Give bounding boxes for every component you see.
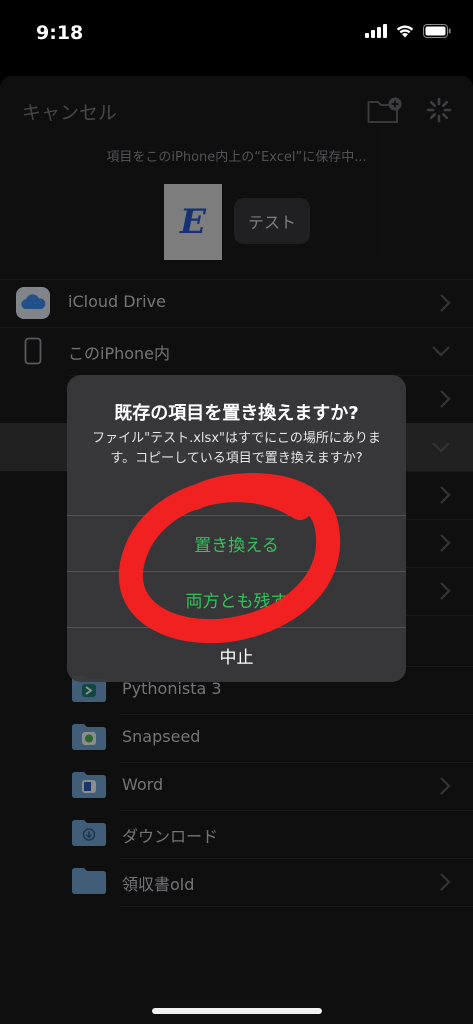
- alert-message: ファイル"テスト.xlsx"はすでにこの場所にあります。コピーしている項目で置き…: [92, 431, 381, 466]
- stop-button[interactable]: 中止: [67, 628, 406, 682]
- replace-button[interactable]: 置き換える: [67, 516, 406, 571]
- status-icons: [365, 24, 451, 38]
- replace-item-alert: 既存の項目を置き換えますか? ファイル"テスト.xlsx"はすでにこの場所にあり…: [67, 375, 406, 682]
- home-indicator: [152, 1008, 322, 1014]
- status-bar: 9:18: [0, 0, 473, 70]
- wifi-icon: [396, 25, 414, 38]
- cellular-signal-icon: [365, 24, 387, 38]
- alert-title: 既存の項目を置き換えますか?: [114, 403, 359, 424]
- battery-icon: [423, 24, 451, 38]
- status-time: 9:18: [36, 22, 84, 44]
- keep-both-button[interactable]: 両方とも残す: [67, 572, 406, 627]
